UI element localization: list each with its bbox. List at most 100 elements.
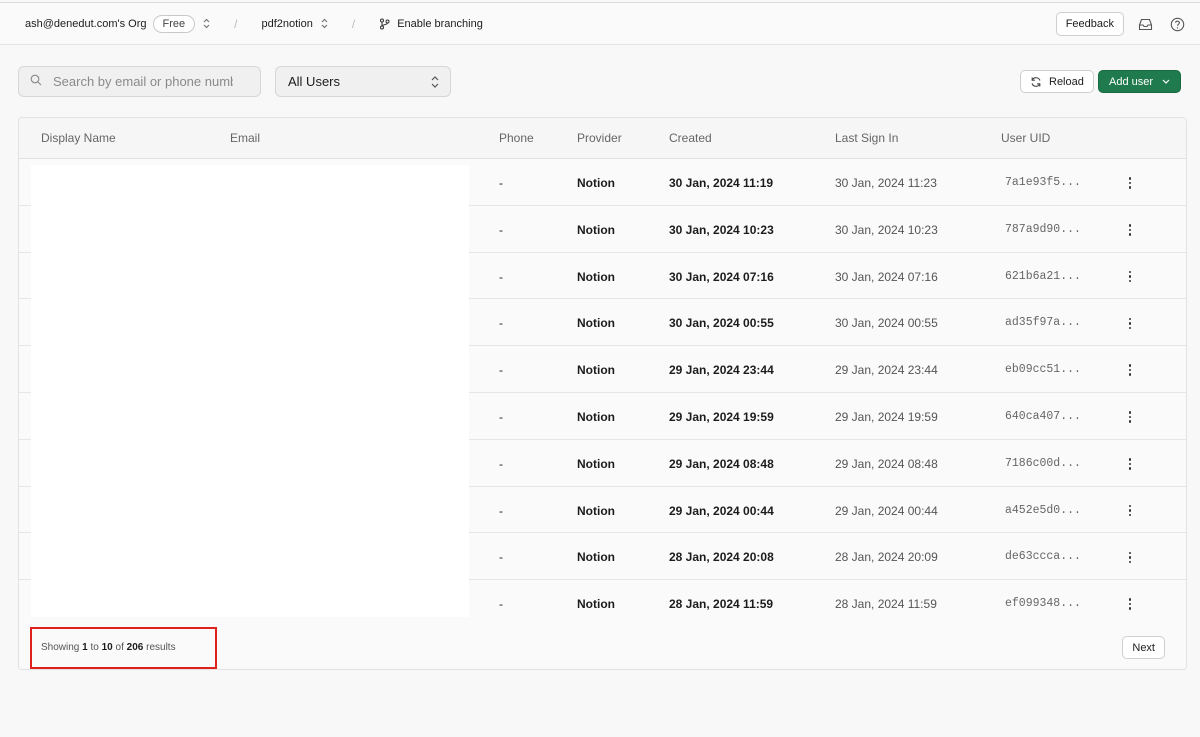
cell-user-uid: 621b6a21... — [1005, 269, 1081, 283]
cell-provider: Notion — [577, 176, 615, 190]
org-selector[interactable]: ash@denedut.com's Org Free — [25, 14, 210, 33]
cell-phone: - — [499, 222, 503, 237]
more-options-icon[interactable] — [1123, 360, 1137, 380]
cell-created: 29 Jan, 2024 00:44 — [669, 503, 774, 518]
inbox-icon[interactable] — [1134, 13, 1156, 35]
cell-user-uid: a452e5d0... — [1005, 503, 1081, 517]
cell-user-uid: eb09cc51... — [1005, 363, 1081, 377]
cell-user-uid: 7a1e93f5... — [1005, 176, 1081, 189]
table-footer: Showing 1 to 10 of 206 results Next — [19, 625, 1186, 669]
cell-phone: - — [499, 363, 503, 378]
user-filter-value: All Users — [288, 74, 341, 89]
cell-last-sign-in: 29 Jan, 2024 08:48 — [835, 456, 938, 471]
column-header-phone: Phone — [499, 131, 534, 145]
reload-button[interactable]: Reload — [1020, 70, 1094, 93]
highlight-box — [30, 627, 217, 669]
column-header-email: Email — [230, 131, 261, 145]
more-options-icon[interactable] — [1123, 594, 1137, 614]
cell-provider: Notion — [577, 316, 615, 331]
cell-provider: Notion — [577, 503, 615, 518]
chevron-updown-icon — [431, 73, 439, 91]
plan-badge: Free — [152, 14, 196, 33]
cell-user-uid: de63ccca... — [1005, 550, 1081, 564]
cell-created: 28 Jan, 2024 20:08 — [669, 550, 774, 565]
cell-provider: Notion — [577, 269, 615, 284]
cell-phone: - — [499, 597, 503, 612]
add-user-button[interactable]: Add user — [1098, 70, 1182, 93]
search-field[interactable] — [18, 66, 261, 97]
more-options-icon[interactable] — [1123, 547, 1137, 567]
org-name: ash@denedut.com's Org — [25, 17, 147, 30]
next-page-button[interactable]: Next — [1122, 636, 1165, 659]
enable-branching-label: Enable branching — [397, 17, 483, 30]
cell-last-sign-in: 30 Jan, 2024 07:16 — [835, 269, 938, 284]
cell-provider: Notion — [577, 597, 615, 612]
more-options-icon[interactable] — [1123, 313, 1137, 333]
reload-label: Reload — [1049, 75, 1084, 88]
chevron-updown-icon — [321, 18, 328, 29]
cell-provider: Notion — [577, 409, 615, 424]
help-icon[interactable] — [1166, 13, 1188, 35]
project-name: pdf2notion — [261, 17, 313, 30]
cell-last-sign-in: 30 Jan, 2024 10:23 — [835, 222, 938, 237]
cell-last-sign-in: 30 Jan, 2024 11:23 — [835, 176, 937, 190]
more-options-icon[interactable] — [1123, 501, 1137, 521]
enable-branching-button[interactable]: Enable branching — [379, 18, 483, 30]
more-options-icon[interactable] — [1123, 220, 1137, 240]
cell-user-uid: ad35f97a... — [1005, 316, 1081, 330]
refresh-icon — [1030, 76, 1042, 88]
feedback-button[interactable]: Feedback — [1055, 12, 1124, 36]
cell-user-uid: ef099348... — [1005, 597, 1081, 611]
user-filter-select[interactable]: All Users — [275, 66, 451, 97]
chevron-updown-icon — [203, 18, 210, 29]
cell-last-sign-in: 28 Jan, 2024 11:59 — [835, 597, 937, 612]
cell-created: 30 Jan, 2024 11:19 — [669, 176, 774, 190]
cell-phone: - — [499, 176, 503, 190]
cell-created: 29 Jan, 2024 08:48 — [669, 456, 774, 471]
users-table: Display Name Email Phone Provider Create… — [18, 117, 1187, 670]
cell-last-sign-in: 29 Jan, 2024 00:44 — [835, 503, 938, 518]
chevron-down-icon — [1162, 79, 1170, 84]
search-input[interactable] — [53, 74, 233, 89]
column-header-created: Created — [669, 131, 712, 145]
table-header: Display Name Email Phone Provider Create… — [19, 118, 1186, 159]
cell-last-sign-in: 28 Jan, 2024 20:09 — [835, 550, 938, 565]
redacted-area — [31, 165, 469, 617]
cell-created: 30 Jan, 2024 00:55 — [669, 316, 774, 331]
cell-created: 29 Jan, 2024 19:59 — [669, 409, 774, 424]
cell-provider: Notion — [577, 550, 615, 565]
cell-user-uid: 787a9d90... — [1005, 222, 1081, 236]
cell-last-sign-in: 30 Jan, 2024 00:55 — [835, 316, 938, 331]
column-header-last-sign-in: Last Sign In — [835, 131, 899, 145]
cell-created: 29 Jan, 2024 23:44 — [669, 363, 774, 378]
git-branch-icon — [379, 18, 390, 30]
cell-user-uid: 640ca407... — [1005, 409, 1081, 423]
cell-phone: - — [499, 409, 503, 424]
cell-provider: Notion — [577, 222, 615, 237]
cell-phone: - — [499, 269, 503, 284]
more-options-icon[interactable] — [1123, 407, 1137, 427]
cell-phone: - — [499, 503, 503, 518]
cell-phone: - — [499, 550, 503, 565]
more-options-icon[interactable] — [1123, 267, 1137, 287]
column-header-provider: Provider — [577, 131, 622, 145]
breadcrumb-separator: / — [351, 16, 356, 31]
cell-created: 30 Jan, 2024 07:16 — [669, 269, 774, 284]
breadcrumb-separator: / — [234, 16, 238, 31]
cell-created: 28 Jan, 2024 11:59 — [669, 597, 774, 612]
search-icon — [30, 74, 42, 89]
column-header-display-name: Display Name — [41, 131, 116, 145]
cell-created: 30 Jan, 2024 10:23 — [669, 222, 774, 237]
cell-phone: - — [499, 316, 503, 331]
top-bar: ash@denedut.com's Org Free / pdf2notion … — [0, 2, 1200, 45]
cell-provider: Notion — [577, 456, 615, 471]
cell-phone: - — [499, 456, 503, 471]
more-options-icon[interactable] — [1123, 454, 1137, 474]
cell-last-sign-in: 29 Jan, 2024 23:44 — [835, 363, 938, 378]
project-selector[interactable]: pdf2notion — [261, 17, 328, 30]
cell-provider: Notion — [577, 363, 615, 378]
more-options-icon[interactable] — [1123, 173, 1137, 193]
column-header-user-uid: User UID — [1001, 131, 1051, 145]
cell-user-uid: 7186c00d... — [1005, 456, 1081, 470]
add-user-label: Add user — [1109, 75, 1154, 88]
